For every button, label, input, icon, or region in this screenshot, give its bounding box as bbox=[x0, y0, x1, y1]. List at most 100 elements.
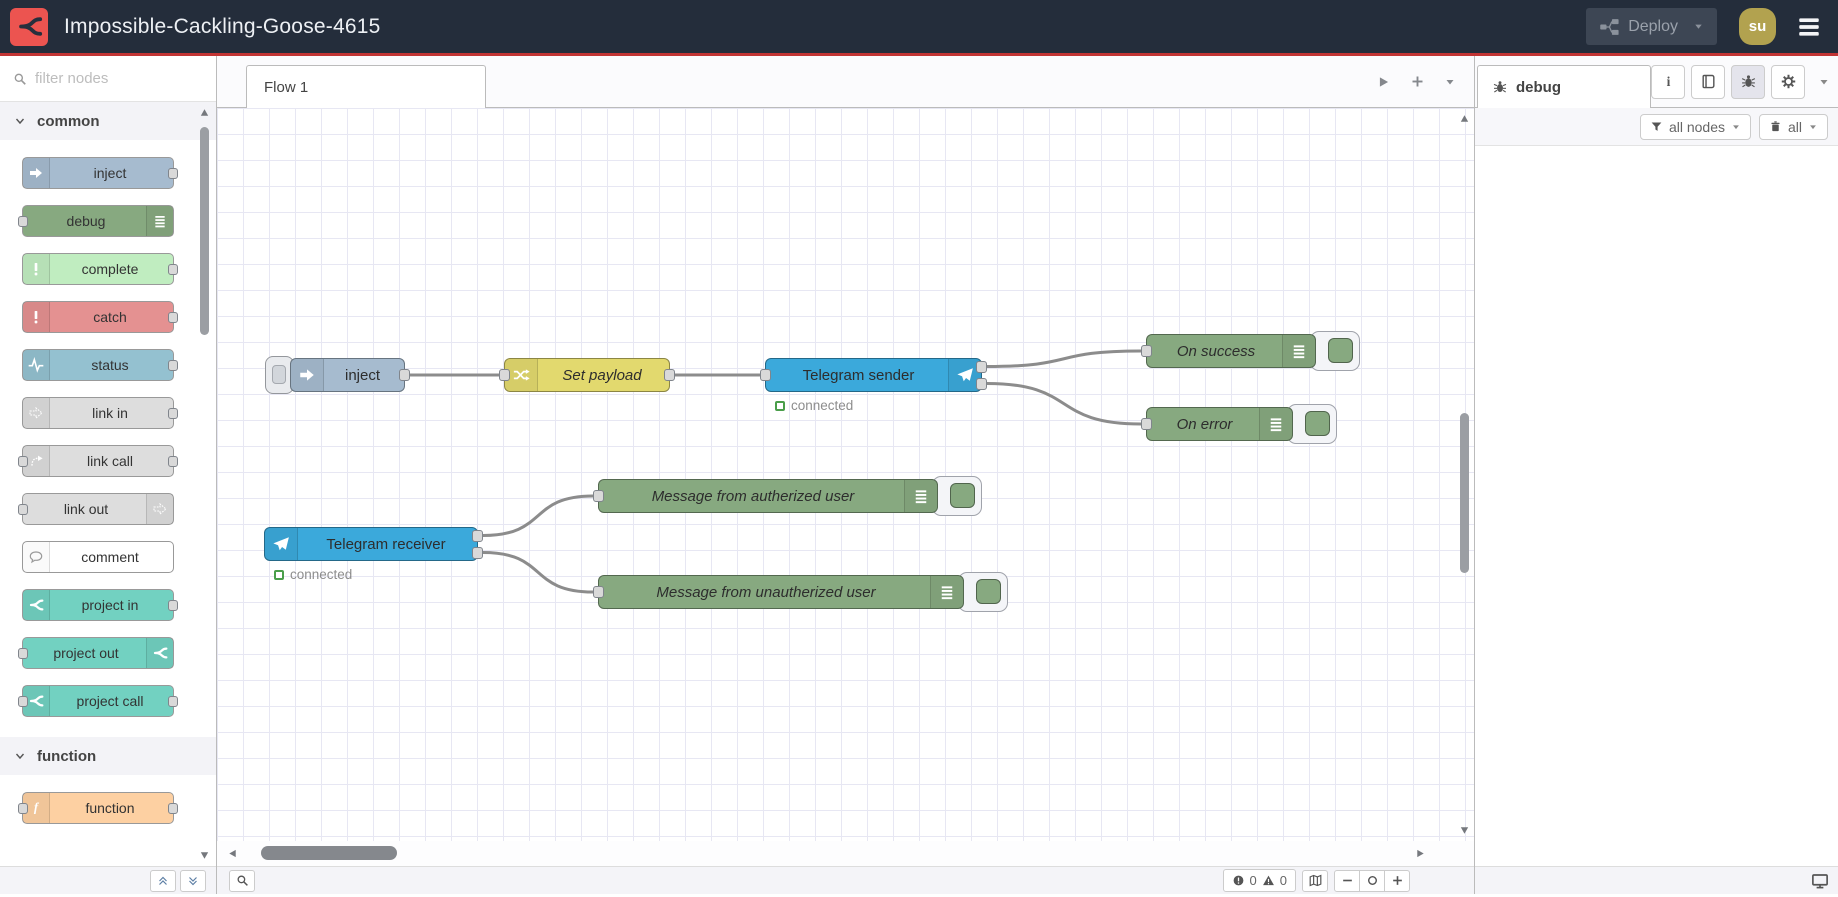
flow-node-inject[interactable]: inject bbox=[265, 356, 410, 394]
palette-node-project-call[interactable]: project call bbox=[18, 685, 178, 717]
palette-node-project-out[interactable]: project out bbox=[18, 637, 174, 669]
flow-node-set-payload[interactable]: Set payload bbox=[499, 358, 675, 392]
scroll-down-icon[interactable] bbox=[199, 850, 210, 861]
output-port[interactable] bbox=[168, 408, 178, 419]
input-port[interactable] bbox=[18, 803, 28, 814]
scroll-down-icon[interactable] bbox=[1459, 825, 1470, 836]
palette-node-link-call[interactable]: link call bbox=[18, 445, 178, 477]
palette-scrollbar[interactable] bbox=[198, 107, 211, 861]
zoom-reset-button[interactable] bbox=[1359, 869, 1385, 892]
output-port[interactable] bbox=[472, 546, 483, 559]
output-port[interactable] bbox=[976, 360, 987, 373]
wire-telegram-sender-to-on-error[interactable] bbox=[985, 382, 1143, 426]
canvas-horizontal-scrollbar[interactable] bbox=[217, 841, 1474, 866]
palette-filter-input[interactable] bbox=[35, 70, 185, 87]
palette-search[interactable] bbox=[0, 56, 216, 102]
help-tab-button[interactable] bbox=[1691, 64, 1725, 99]
input-port[interactable] bbox=[18, 504, 28, 515]
open-window-monitor-icon[interactable] bbox=[1811, 872, 1829, 890]
output-port[interactable] bbox=[168, 696, 178, 707]
zoom-in-button[interactable] bbox=[1384, 869, 1410, 892]
canvas-footer: 0 0 bbox=[217, 866, 1474, 894]
output-port[interactable] bbox=[168, 264, 178, 275]
info-tab-button[interactable]: i bbox=[1651, 64, 1685, 99]
deploy-button[interactable]: Deploy bbox=[1586, 8, 1717, 45]
zoom-out-button[interactable] bbox=[1334, 869, 1360, 892]
output-port[interactable] bbox=[168, 360, 178, 371]
scroll-up-icon[interactable] bbox=[1459, 113, 1470, 124]
deploy-options-caret-icon[interactable] bbox=[1693, 21, 1704, 32]
palette-expand-all-button[interactable] bbox=[180, 869, 206, 892]
canvas-scroll-thumb[interactable] bbox=[1460, 413, 1469, 573]
scroll-tabs-right-icon[interactable] bbox=[1377, 75, 1391, 89]
palette-category-function[interactable]: function bbox=[0, 737, 216, 775]
palette-node-comment[interactable]: comment bbox=[22, 541, 174, 573]
flow-node-msg-unauthorized[interactable]: Message from unautherized user bbox=[593, 572, 1008, 612]
debug-clear-button[interactable]: all bbox=[1758, 113, 1828, 140]
sidebar-options-caret-icon[interactable] bbox=[1818, 76, 1830, 88]
flow-list-caret-icon[interactable] bbox=[1444, 76, 1456, 88]
scroll-up-icon[interactable] bbox=[199, 107, 210, 118]
debug-toggle-button[interactable] bbox=[932, 476, 982, 516]
output-port[interactable] bbox=[168, 168, 178, 179]
flow-node-telegram-receiver[interactable]: Telegram receiver connected bbox=[264, 527, 483, 582]
debug-filter-button[interactable]: all nodes bbox=[1639, 113, 1751, 140]
debug-tab-button[interactable] bbox=[1731, 64, 1765, 99]
palette-scroll-thumb[interactable] bbox=[200, 127, 209, 335]
palette-node-catch[interactable]: catch bbox=[22, 301, 178, 333]
canvas-search-button[interactable] bbox=[229, 869, 255, 892]
tab-flow-1[interactable]: Flow 1 bbox=[246, 65, 486, 108]
input-port[interactable] bbox=[593, 490, 604, 502]
main-menu-button[interactable] bbox=[1796, 14, 1822, 40]
palette-node-link-out[interactable]: link out bbox=[18, 493, 174, 525]
output-port[interactable] bbox=[168, 312, 178, 323]
palette-node-function[interactable]: f function bbox=[18, 792, 178, 824]
palette-node-label: project call bbox=[76, 693, 144, 709]
flow-node-msg-authorized[interactable]: Message from autherized user bbox=[593, 476, 982, 516]
input-port[interactable] bbox=[18, 648, 28, 659]
navigator-button[interactable] bbox=[1302, 869, 1328, 892]
output-port[interactable] bbox=[664, 369, 675, 381]
debug-toggle-button[interactable] bbox=[958, 572, 1008, 612]
config-tab-button[interactable] bbox=[1771, 64, 1805, 99]
wire-telegram-receiver-to-msg-authorized[interactable] bbox=[481, 494, 595, 537]
add-flow-icon[interactable] bbox=[1410, 74, 1425, 89]
wire-telegram-receiver-to-msg-unauthorized[interactable] bbox=[481, 551, 595, 594]
output-port[interactable] bbox=[168, 803, 178, 814]
palette-node-debug[interactable]: debug bbox=[18, 205, 174, 237]
tab-debug[interactable]: debug bbox=[1477, 65, 1651, 108]
palette-node-complete[interactable]: complete bbox=[22, 253, 178, 285]
palette-node-inject[interactable]: inject bbox=[22, 157, 178, 189]
scroll-left-icon[interactable] bbox=[227, 848, 238, 859]
palette-category-common[interactable]: common bbox=[0, 102, 216, 140]
input-port[interactable] bbox=[593, 586, 604, 598]
wire-telegram-sender-to-on-success[interactable] bbox=[985, 349, 1143, 368]
flow-node-on-error[interactable]: On error bbox=[1141, 404, 1337, 444]
flow-canvas[interactable]: inject Set payload Telegram sender connecte… bbox=[217, 108, 1474, 841]
input-port[interactable] bbox=[18, 456, 28, 467]
canvas-vertical-scrollbar[interactable] bbox=[1458, 113, 1471, 836]
palette-collapse-all-button[interactable] bbox=[150, 869, 176, 892]
scroll-right-icon[interactable] bbox=[1415, 848, 1426, 859]
flow-node-telegram-sender[interactable]: Telegram sender connected bbox=[760, 358, 987, 413]
input-port[interactable] bbox=[18, 696, 28, 707]
output-port[interactable] bbox=[168, 456, 178, 467]
input-port[interactable] bbox=[1141, 345, 1152, 357]
debug-toggle-button[interactable] bbox=[1287, 404, 1337, 444]
output-port[interactable] bbox=[976, 377, 987, 390]
input-port[interactable] bbox=[760, 369, 771, 381]
debug-toggle-button[interactable] bbox=[1310, 331, 1360, 371]
flow-node-on-success[interactable]: On success bbox=[1141, 331, 1360, 371]
user-avatar[interactable]: su bbox=[1739, 8, 1776, 45]
hamburger-icon bbox=[1796, 14, 1822, 40]
horizontal-scroll-thumb[interactable] bbox=[261, 846, 397, 860]
output-port[interactable] bbox=[168, 600, 178, 611]
palette-node-link-in[interactable]: link in bbox=[22, 397, 178, 429]
input-port[interactable] bbox=[499, 369, 510, 381]
output-port[interactable] bbox=[472, 529, 483, 542]
input-port[interactable] bbox=[18, 216, 28, 227]
output-port[interactable] bbox=[399, 369, 410, 381]
palette-node-status[interactable]: status bbox=[22, 349, 178, 381]
input-port[interactable] bbox=[1141, 418, 1152, 430]
palette-node-project-in[interactable]: project in bbox=[22, 589, 178, 621]
